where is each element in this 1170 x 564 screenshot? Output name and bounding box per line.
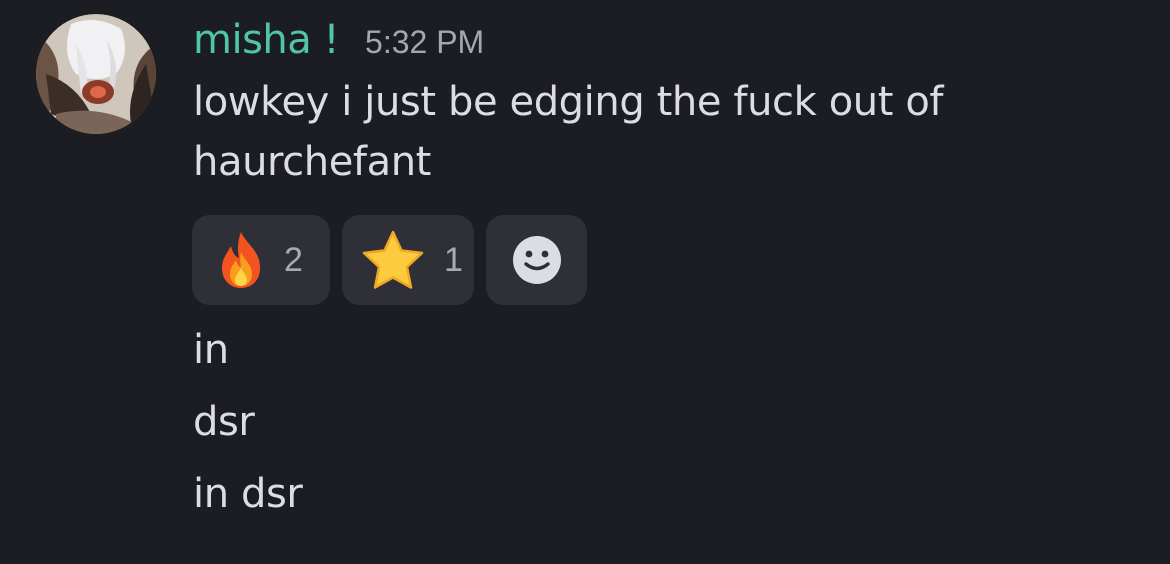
message-text: in dsr [193,471,303,517]
username[interactable]: misha ! [193,14,340,66]
chat-view: misha ! 5:32 PM lowkey i just be edging … [0,0,1170,564]
reaction-fire[interactable]: 2 [192,215,330,305]
message-text: lowkey i just be edging the fuck out of … [193,79,944,185]
message-text: in [193,327,229,373]
avatar-image [36,14,156,134]
timestamp: 5:32 PM [365,24,485,60]
add-reaction-smiley-icon [512,235,562,285]
avatar[interactable] [36,14,156,134]
message-header: misha ! 5:32 PM [193,14,484,66]
star-icon [360,229,426,291]
reaction-count: 1 [444,240,463,279]
reaction-count: 2 [284,240,303,279]
reaction-star[interactable]: 1 [342,215,474,305]
fire-icon [216,230,266,290]
message-text: dsr [193,399,255,445]
add-reaction-button[interactable] [486,215,587,305]
reactions-bar: 2 1 [192,215,587,305]
